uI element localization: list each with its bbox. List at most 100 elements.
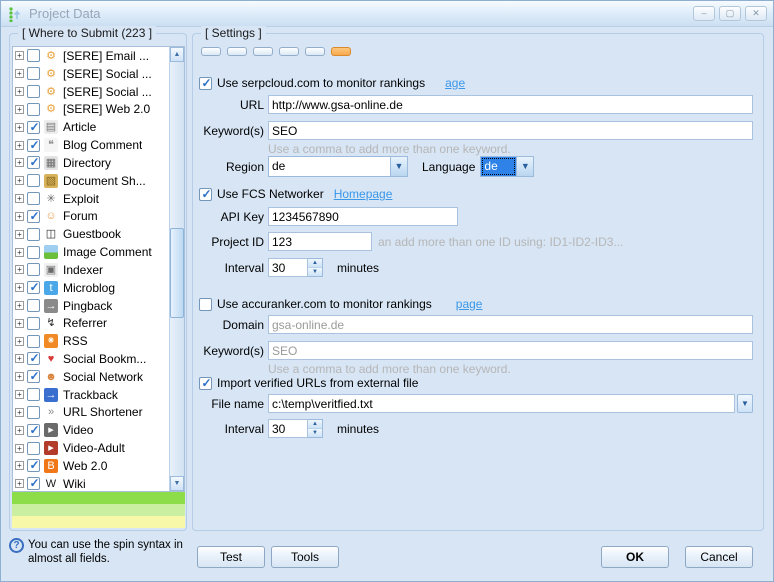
tree-item[interactable]: + ✓ ♥ Social Bookm... xyxy=(13,350,169,368)
fcs-checkbox[interactable]: ✓ xyxy=(199,188,212,201)
scroll-down-icon[interactable]: ▼ xyxy=(170,476,184,491)
spin-up-icon[interactable]: ▲ xyxy=(308,420,322,429)
tree-item-checkbox[interactable] xyxy=(27,49,40,62)
expand-icon[interactable]: + xyxy=(15,319,24,328)
tree-item-checkbox[interactable] xyxy=(27,299,40,312)
fcs-interval-input[interactable] xyxy=(268,258,308,277)
expand-icon[interactable]: + xyxy=(15,301,24,310)
serpcloud-checkbox[interactable]: ✓ xyxy=(199,77,212,90)
expand-icon[interactable]: + xyxy=(15,408,24,417)
import-checkbox[interactable]: ✓ xyxy=(199,377,212,390)
tree-item[interactable]: + → Trackback xyxy=(13,386,169,404)
language-select[interactable]: de ▼ xyxy=(480,156,534,177)
expand-icon[interactable]: + xyxy=(15,69,24,78)
tree-item-checkbox[interactable] xyxy=(27,388,40,401)
tree-item-checkbox[interactable] xyxy=(27,442,40,455)
import-interval-input[interactable] xyxy=(268,419,308,438)
tree-item[interactable]: + ⚙ [SERE] Social ... xyxy=(13,65,169,83)
settings-tab[interactable] xyxy=(201,47,221,56)
tree-item-checkbox[interactable] xyxy=(27,103,40,116)
chevron-down-icon[interactable]: ▼ xyxy=(516,157,533,176)
expand-icon[interactable]: + xyxy=(15,230,24,239)
tree-item[interactable]: + ✓ ▤ Article xyxy=(13,118,169,136)
tree-item-checkbox[interactable]: ✓ xyxy=(27,121,40,134)
tree-item-checkbox[interactable] xyxy=(27,85,40,98)
tree-item-checkbox[interactable] xyxy=(27,406,40,419)
tree-item[interactable]: + ▧ Document Sh... xyxy=(13,172,169,190)
fcs-homepage-link[interactable]: Homepage xyxy=(334,187,393,201)
expand-icon[interactable]: + xyxy=(15,337,24,346)
settings-tab[interactable] xyxy=(253,47,273,56)
fcs-interval-stepper[interactable]: ▲ ▼ xyxy=(268,258,323,277)
tree-item-checkbox[interactable]: ✓ xyxy=(27,139,40,152)
tree-item[interactable]: + ▸ Video-Adult xyxy=(13,439,169,457)
import-interval-stepper[interactable]: ▲ ▼ xyxy=(268,419,323,438)
tree-item[interactable]: + ✓ B Web 2.0 xyxy=(13,457,169,475)
tree-item[interactable]: + ✓ ☻ Social Network xyxy=(13,368,169,386)
expand-icon[interactable]: + xyxy=(15,479,24,488)
expand-icon[interactable]: + xyxy=(15,426,24,435)
tree-item[interactable]: + ↯ Referrer xyxy=(13,314,169,332)
tree-item[interactable]: + ✓ ▸ Video xyxy=(13,421,169,439)
spin-down-icon[interactable]: ▼ xyxy=(308,268,322,276)
tree-item-checkbox[interactable] xyxy=(27,263,40,276)
tree-item-checkbox[interactable]: ✓ xyxy=(27,156,40,169)
expand-icon[interactable]: + xyxy=(15,194,24,203)
accuranker-checkbox[interactable] xyxy=(199,298,212,311)
tree-item-checkbox[interactable] xyxy=(27,246,40,259)
expand-icon[interactable]: + xyxy=(15,158,24,167)
tree-item[interactable]: + ⚙ [SERE] Web 2.0 xyxy=(13,100,169,118)
expand-icon[interactable]: + xyxy=(15,123,24,132)
tree-item-checkbox[interactable] xyxy=(27,67,40,80)
tree-item[interactable]: + ▣ Indexer xyxy=(13,261,169,279)
tree-item-checkbox[interactable]: ✓ xyxy=(27,477,40,490)
scrollbar-thumb[interactable] xyxy=(170,228,184,318)
file-name-input[interactable] xyxy=(268,394,735,413)
expand-icon[interactable]: + xyxy=(15,212,24,221)
tree-item[interactable]: + ✓ t Microblog xyxy=(13,279,169,297)
keywords2-input[interactable] xyxy=(268,341,753,360)
tree-item[interactable]: + ⚙ [SERE] Email ... xyxy=(13,47,169,65)
region-select[interactable]: de ▼ xyxy=(268,156,408,177)
settings-tab[interactable] xyxy=(305,47,325,56)
tree-item-checkbox[interactable]: ✓ xyxy=(27,370,40,383)
expand-icon[interactable]: + xyxy=(15,390,24,399)
domain-input[interactable] xyxy=(268,315,753,334)
api-key-input[interactable] xyxy=(268,207,458,226)
tree-item-checkbox[interactable]: ✓ xyxy=(27,210,40,223)
expand-icon[interactable]: + xyxy=(15,87,24,96)
spin-up-icon[interactable]: ▲ xyxy=(308,259,322,268)
test-button[interactable]: Test xyxy=(197,546,265,568)
maximize-button[interactable]: ▢ xyxy=(719,6,741,21)
minimize-button[interactable]: – xyxy=(693,6,715,21)
tree-item[interactable]: + ✓ ▦ Directory xyxy=(13,154,169,172)
tree-item-checkbox[interactable]: ✓ xyxy=(27,352,40,365)
tree-item[interactable]: + ⚙ [SERE] Social ... xyxy=(13,83,169,101)
tree-item-checkbox[interactable] xyxy=(27,174,40,187)
tools-button[interactable]: Tools xyxy=(271,546,339,568)
cancel-button[interactable]: Cancel xyxy=(685,546,753,568)
file-drop-icon[interactable]: ▼ xyxy=(737,394,753,413)
expand-icon[interactable]: + xyxy=(15,372,24,381)
expand-icon[interactable]: + xyxy=(15,248,24,257)
expand-icon[interactable]: + xyxy=(15,51,24,60)
tree-item[interactable]: + ✓ ☺ Forum xyxy=(13,207,169,225)
tree-scrollbar[interactable]: ▲ ▼ xyxy=(169,47,184,491)
tree-item[interactable]: + ✳ Exploit xyxy=(13,190,169,208)
expand-icon[interactable]: + xyxy=(15,444,24,453)
expand-icon[interactable]: + xyxy=(15,461,24,470)
tree-item[interactable]: + ◫ Guestbook xyxy=(13,225,169,243)
spin-down-icon[interactable]: ▼ xyxy=(308,429,322,437)
chevron-down-icon[interactable]: ▼ xyxy=(390,157,407,176)
tree-item[interactable]: + ✓ ❝ Blog Comment xyxy=(13,136,169,154)
url-input[interactable] xyxy=(268,95,753,114)
tree-item-checkbox[interactable] xyxy=(27,192,40,205)
settings-tab[interactable] xyxy=(227,47,247,56)
tree-item-checkbox[interactable] xyxy=(27,228,40,241)
expand-icon[interactable]: + xyxy=(15,265,24,274)
expand-icon[interactable]: + xyxy=(15,141,24,150)
expand-icon[interactable]: + xyxy=(15,105,24,114)
tree-item[interactable]: + → Pingback xyxy=(13,297,169,315)
ok-button[interactable]: OK xyxy=(601,546,669,568)
tree-item[interactable]: + » URL Shortener xyxy=(13,404,169,422)
